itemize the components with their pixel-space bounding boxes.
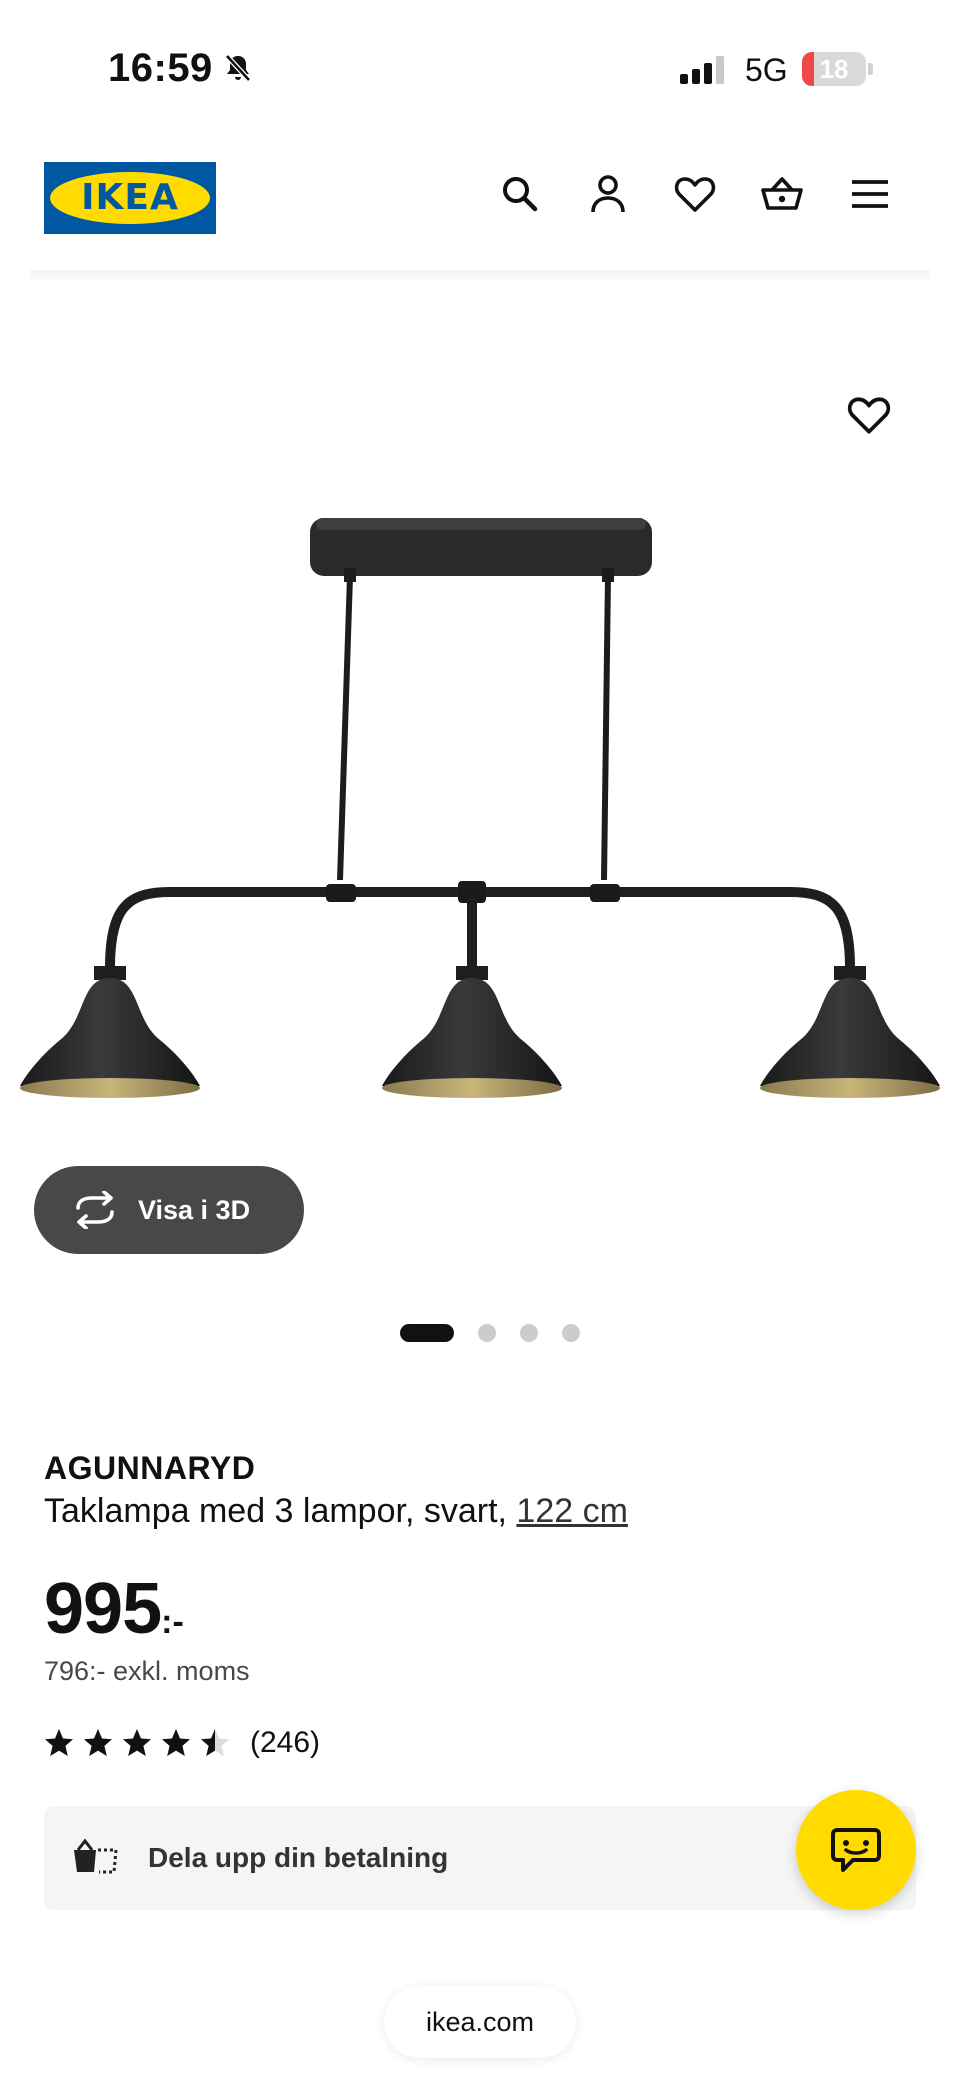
view-in-3d-button[interactable]: Visa i 3D [34,1166,304,1254]
price-suffix: :- [161,1603,184,1641]
product-description: Taklampa med 3 lampor, svart, 122 cm [44,1492,628,1531]
gallery-dot[interactable] [562,1324,580,1342]
add-to-favourites-icon[interactable] [846,392,892,438]
chat-icon [831,1828,881,1872]
product-size-link[interactable]: 122 cm [516,1492,628,1530]
user-icon[interactable] [586,172,630,216]
menu-icon[interactable] [848,172,892,216]
signal-icon [680,56,724,84]
status-bar: 16:59 5G 18 [0,0,960,140]
product-rating[interactable]: (246) [44,1726,364,1766]
bell-muted-icon [225,54,251,82]
rating-star-icon [162,1729,190,1756]
network-label: 5G [745,52,788,88]
rotate-3d-icon [76,1191,114,1229]
battery-body: 18 [802,52,866,86]
browser-url-bar[interactable]: ikea.com [384,1986,576,2058]
gallery-dot[interactable] [478,1324,496,1342]
gallery-dot[interactable] [400,1324,454,1342]
header-divider [30,270,930,284]
rating-star-icon [84,1729,112,1756]
status-time: 16:59 [108,46,213,90]
chat-button[interactable] [796,1790,916,1910]
product-name: AGUNNARYD [44,1450,256,1486]
ikea-logo[interactable]: IKEA [44,162,216,234]
split-payment-banner[interactable]: Dela upp din betalning [44,1806,916,1910]
product-description-text: Taklampa med 3 lampor, svart, [44,1492,507,1530]
battery-indicator: 18 [802,52,874,86]
rating-star-icon [45,1729,73,1756]
logo-text: IKEA [81,177,179,218]
battery-tip [868,63,873,75]
gallery-dot[interactable] [520,1324,538,1342]
battery-percent: 18 [819,54,849,84]
heart-icon[interactable] [673,172,717,216]
search-icon[interactable] [498,172,542,216]
price-excl-vat: 796:- exkl. moms [44,1656,250,1686]
split-payment-label: Dela upp din betalning [148,1842,449,1873]
product-image-lamp [20,518,940,1098]
gallery-pagination [400,1324,600,1342]
split-payment-icon [74,1838,118,1874]
rating-star-icon [123,1729,151,1756]
basket-icon[interactable] [760,172,804,216]
view-in-3d-label: Visa i 3D [138,1195,251,1225]
price-value: 995 [44,1569,162,1649]
rating-star-icon [201,1729,229,1756]
product-price: 995:- [44,1568,184,1650]
rating-count[interactable]: (246) [250,1726,320,1760]
